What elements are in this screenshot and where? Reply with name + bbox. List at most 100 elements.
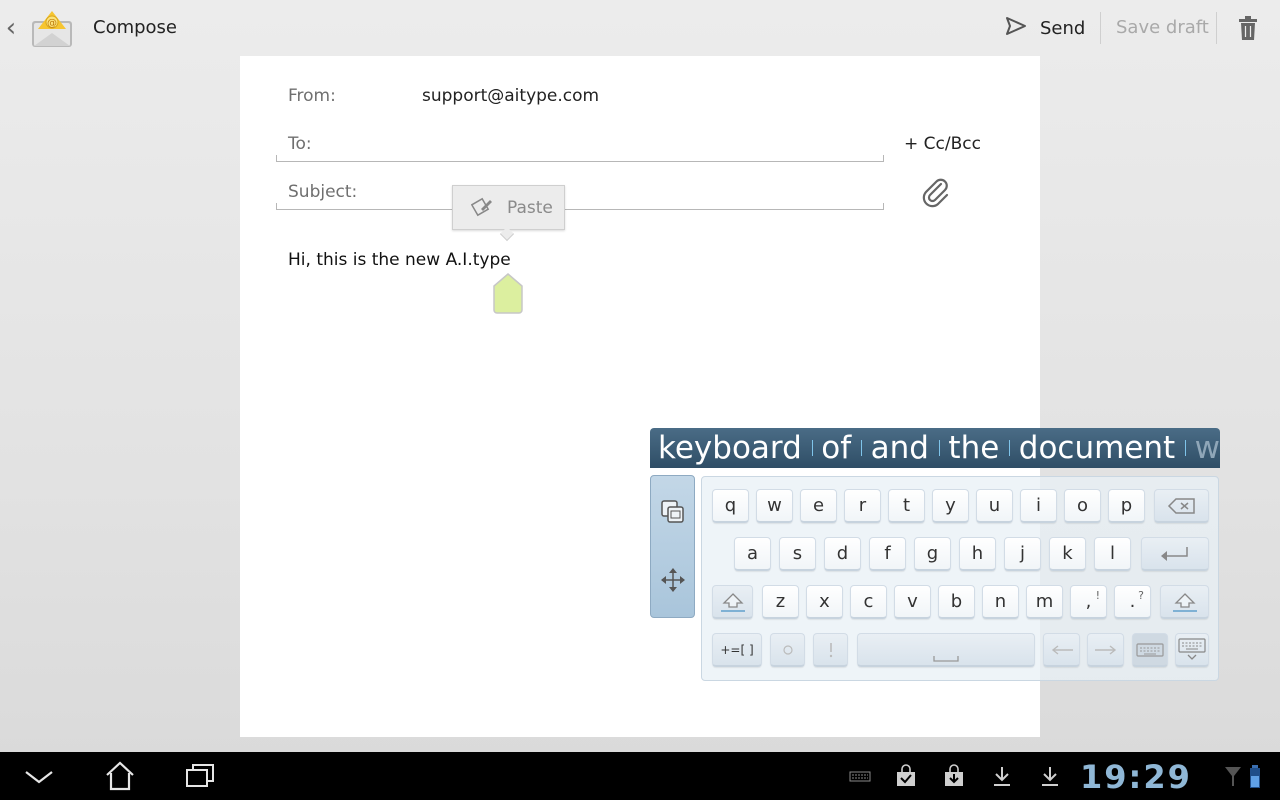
download-icon[interactable]	[990, 764, 1014, 788]
backspace-key[interactable]	[1154, 489, 1209, 523]
backspace-icon	[1167, 497, 1195, 514]
save-draft-button[interactable]: Save draft	[1116, 17, 1209, 38]
hide-keyboard-key[interactable]	[1175, 633, 1209, 667]
suggestion-bar: keyboard of and the document w	[650, 428, 1220, 468]
message-body[interactable]: Hi, this is the new A.I.type	[288, 250, 511, 270]
svg-text:@: @	[47, 18, 57, 29]
key-y[interactable]: y	[932, 489, 969, 523]
action-bar: ‹ @ Compose Send Save draft	[0, 0, 1280, 56]
cc-bcc-button[interactable]: + Cc/Bcc	[904, 134, 981, 154]
shift-key-right[interactable]	[1160, 585, 1209, 619]
key-k[interactable]: k	[1049, 537, 1086, 571]
space-icon	[933, 655, 959, 662]
market-download-icon[interactable]	[942, 764, 966, 788]
suggestion-item[interactable]: the	[948, 430, 999, 466]
exclamation-key[interactable]	[813, 633, 848, 667]
period-label: .	[1129, 591, 1136, 612]
recent-apps-icon[interactable]	[183, 760, 217, 792]
from-label: From:	[288, 86, 336, 106]
chevron-left-icon[interactable]: ‹	[2, 14, 20, 42]
subject-field[interactable]: Subject:	[276, 180, 884, 210]
keyboard-icon	[1136, 642, 1164, 657]
keyboard-side-panel	[650, 475, 695, 618]
divider	[1216, 12, 1217, 44]
trash-icon[interactable]	[1236, 14, 1260, 42]
key-z[interactable]: z	[762, 585, 799, 619]
key-period[interactable]: . ?	[1114, 585, 1151, 619]
back-nav-icon[interactable]	[22, 760, 56, 792]
cursor-left-key[interactable]	[1043, 633, 1080, 667]
cursor-right-key[interactable]	[1087, 633, 1124, 667]
enter-icon	[1161, 546, 1188, 561]
send-arrow-icon	[1004, 14, 1028, 42]
battery-icon	[1248, 764, 1272, 788]
symbols-key[interactable]: +=[ ]	[712, 633, 762, 667]
home-icon[interactable]	[103, 760, 137, 792]
paste-label: Paste	[507, 197, 553, 218]
key-p[interactable]: p	[1108, 489, 1145, 523]
copy-layout-icon[interactable]	[659, 498, 687, 526]
key-m[interactable]: m	[1026, 585, 1063, 619]
key-e[interactable]: e	[800, 489, 837, 523]
emoji-key[interactable]	[770, 633, 805, 667]
key-d[interactable]: d	[824, 537, 861, 571]
paste-pencil-icon	[470, 195, 493, 221]
shift-key-left[interactable]	[712, 585, 753, 619]
move-keyboard-icon[interactable]	[659, 566, 687, 594]
arrow-right-icon	[1094, 644, 1116, 655]
clock[interactable]: 19:29	[1080, 758, 1192, 796]
key-v[interactable]: v	[894, 585, 931, 619]
suggestion-item[interactable]: keyboard	[658, 430, 802, 466]
key-o[interactable]: o	[1064, 489, 1101, 523]
keyboard-hide-icon	[1178, 637, 1206, 660]
email-envelope-icon[interactable]: @	[30, 7, 74, 49]
emoji-icon	[782, 644, 793, 655]
suggestion-item[interactable]: document	[1019, 430, 1175, 466]
suggestion-item[interactable]: and	[871, 430, 929, 466]
arrow-left-icon	[1051, 644, 1073, 655]
key-u[interactable]: u	[976, 489, 1013, 523]
from-account[interactable]: support@aitype.com	[422, 86, 599, 106]
key-a[interactable]: a	[734, 537, 771, 571]
key-c[interactable]: c	[850, 585, 887, 619]
to-label: To:	[288, 134, 312, 154]
to-field[interactable]: To:	[276, 132, 884, 162]
key-g[interactable]: g	[914, 537, 951, 571]
key-l[interactable]: l	[1094, 537, 1131, 571]
divider	[1100, 12, 1101, 44]
key-n[interactable]: n	[982, 585, 1019, 619]
key-comma[interactable]: , !	[1070, 585, 1107, 619]
key-b[interactable]: b	[938, 585, 975, 619]
soft-keyboard: q w e r t y u i o p a s d f g h j k l z …	[701, 476, 1219, 681]
key-r[interactable]: r	[844, 489, 881, 523]
comma-alt-label: !	[1095, 589, 1100, 602]
key-t[interactable]: t	[888, 489, 925, 523]
key-s[interactable]: s	[779, 537, 816, 571]
market-check-icon[interactable]	[894, 764, 918, 788]
exclamation-icon	[829, 642, 832, 657]
key-f[interactable]: f	[869, 537, 906, 571]
text-cursor-handle[interactable]	[492, 272, 524, 314]
space-key[interactable]	[857, 633, 1035, 667]
keyboard-layout-key[interactable]	[1132, 633, 1168, 667]
symbols-label: +=[ ]	[720, 642, 754, 657]
send-label: Send	[1040, 17, 1086, 39]
enter-key[interactable]	[1141, 537, 1209, 571]
suggestion-item[interactable]: w	[1195, 430, 1220, 466]
key-h[interactable]: h	[959, 537, 996, 571]
paste-button[interactable]: Paste	[452, 185, 565, 230]
paperclip-icon[interactable]	[920, 176, 952, 208]
key-w[interactable]: w	[756, 489, 793, 523]
key-x[interactable]: x	[806, 585, 843, 619]
subject-label: Subject:	[288, 182, 358, 202]
download-icon[interactable]	[1038, 764, 1062, 788]
key-q[interactable]: q	[712, 489, 749, 523]
keyboard-notification-icon[interactable]	[848, 764, 872, 788]
comma-label: ,	[1085, 591, 1092, 612]
send-button[interactable]: Send	[1004, 12, 1085, 44]
key-j[interactable]: j	[1004, 537, 1041, 571]
page-title: Compose	[93, 17, 178, 38]
key-i[interactable]: i	[1020, 489, 1057, 523]
suggestion-item[interactable]: of	[821, 430, 851, 466]
system-bar: 19:29	[0, 752, 1280, 800]
